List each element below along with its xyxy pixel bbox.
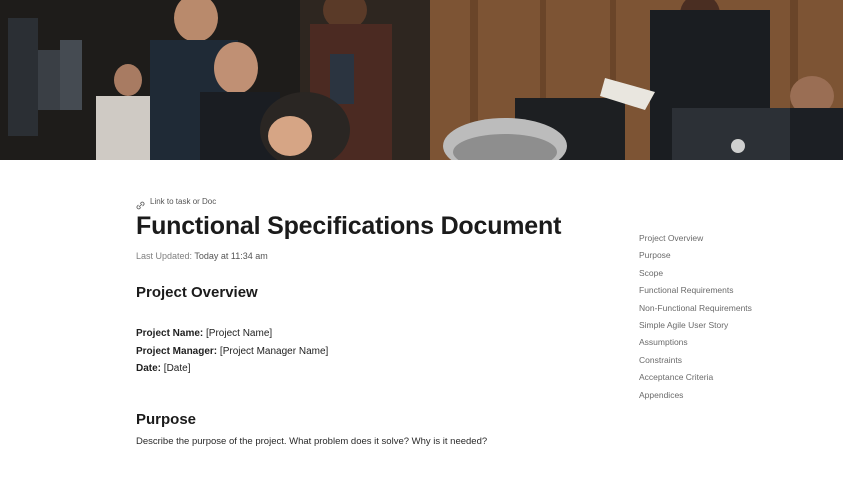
field-value: [Project Manager Name] — [219, 345, 329, 357]
cover-image — [0, 0, 843, 160]
section-heading-project-overview: Project Overview — [136, 284, 258, 301]
link-to-task-label: Link to task or Doc — [150, 196, 217, 206]
cover-photo-office-meeting — [0, 0, 843, 160]
last-updated-label: Last Updated: — [136, 251, 193, 261]
field-value: [Project Name] — [206, 328, 273, 339]
toc-item-purpose[interactable]: Purpose — [639, 249, 752, 266]
field-value: [Date] — [163, 363, 191, 374]
link-to-task-button[interactable]: Link to task or Doc — [136, 195, 217, 209]
field-project-manager: Project Manager: [Project Manager Name] — [136, 343, 328, 361]
toc-item-project-overview[interactable]: Project Overview — [639, 232, 752, 249]
toc-item-appendices[interactable]: Appendices — [639, 389, 752, 406]
toc-item-functional-requirements[interactable]: Functional Requirements — [639, 284, 752, 301]
toc-item-constraints[interactable]: Constraints — [639, 354, 752, 371]
document-title[interactable]: Functional Specifications Document — [136, 212, 561, 241]
project-fields: Project Name: [Project Name] Project Man… — [136, 325, 328, 378]
last-updated: Last Updated: Today at 11:34 am — [136, 251, 268, 261]
section-heading-purpose: Purpose — [136, 411, 197, 428]
toc-item-non-functional-requirements[interactable]: Non-Functional Requirements — [639, 302, 752, 319]
field-date: Date: [Date] — [136, 360, 328, 378]
toc-item-simple-agile-user-story[interactable]: Simple Agile User Story — [639, 319, 752, 336]
field-key: Date: — [136, 363, 162, 374]
field-key: Project Name: — [136, 328, 204, 339]
toc-item-assumptions[interactable]: Assumptions — [639, 336, 752, 353]
toc-item-acceptance-criteria[interactable]: Acceptance Criteria — [639, 371, 752, 388]
field-key: Project Manager: — [136, 345, 218, 357]
toc-item-scope[interactable]: Scope — [639, 267, 752, 284]
field-project-name: Project Name: [Project Name] — [136, 325, 328, 343]
table-of-contents: Project Overview Purpose Scope Functiona… — [639, 232, 752, 406]
link-icon — [136, 197, 145, 209]
last-updated-value: Today at 11:34 am — [194, 251, 268, 261]
purpose-body: Describe the purpose of the project. Wha… — [136, 436, 488, 447]
